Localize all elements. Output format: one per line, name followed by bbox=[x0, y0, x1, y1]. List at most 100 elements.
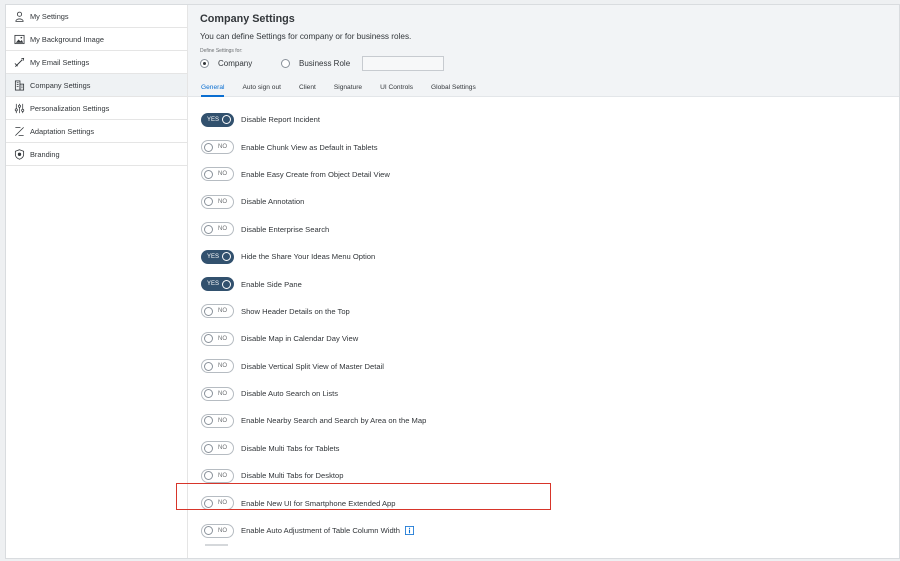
tab-client[interactable]: Client bbox=[299, 82, 316, 97]
toggle-state-label: NO bbox=[218, 308, 227, 315]
page-description: You can define Settings for company or f… bbox=[200, 32, 412, 41]
sidebar-item-label: My Settings bbox=[30, 11, 69, 21]
setting-toggle[interactable]: NO bbox=[201, 386, 234, 401]
toggle-knob bbox=[204, 334, 213, 344]
app-window: My Settings My Background Image My Email S… bbox=[5, 4, 900, 559]
toggle-state-label: YES bbox=[207, 116, 220, 123]
toggle-knob bbox=[204, 197, 213, 207]
setting-toggle[interactable]: NO bbox=[201, 140, 234, 155]
toggle-state-label: NO bbox=[218, 171, 227, 178]
radio-business-role[interactable]: Business Role bbox=[281, 59, 350, 68]
setting-row: NO Disable Annotation bbox=[201, 188, 899, 215]
tab-signature[interactable]: Signature bbox=[334, 82, 362, 97]
sidebar-item-label: My Email Settings bbox=[30, 57, 90, 67]
setting-toggle[interactable]: NO bbox=[201, 222, 234, 237]
sidebar-item-adaptation-settings[interactable]: Adaptation Settings bbox=[6, 120, 187, 143]
setting-label: Disable Enterprise Search bbox=[241, 224, 330, 234]
toggle-knob bbox=[222, 252, 231, 262]
setting-row: YES Hide the Share Your Ideas Menu Option bbox=[201, 243, 899, 270]
sidebar-item-label: My Background Image bbox=[30, 34, 104, 44]
sliders-icon bbox=[14, 103, 25, 114]
setting-toggle[interactable]: YES bbox=[201, 249, 234, 264]
toggle-state-label: NO bbox=[218, 472, 227, 479]
toggle-state-label: NO bbox=[218, 144, 227, 151]
setting-row: NO Disable Enterprise Search bbox=[201, 216, 899, 243]
setting-label: Enable Side Pane bbox=[241, 279, 302, 289]
business-role-input[interactable] bbox=[362, 56, 444, 71]
sidebar-item-company-settings[interactable]: Company Settings bbox=[6, 74, 187, 97]
toggle-knob bbox=[204, 361, 213, 371]
setting-row: NO Disable Auto Search on Lists bbox=[201, 380, 899, 407]
tab-ui-controls[interactable]: UI Controls bbox=[380, 82, 413, 97]
toggle-knob bbox=[204, 306, 213, 316]
sidebar-item-my-background-image[interactable]: My Background Image bbox=[6, 28, 187, 51]
settings-list: YES Disable Report Incident NO Enable Chunk… bbox=[201, 106, 899, 544]
sidebar-item-my-email-settings[interactable]: My Email Settings bbox=[6, 51, 187, 74]
toggle-knob bbox=[204, 471, 213, 481]
toggle-knob bbox=[204, 169, 213, 179]
building-icon bbox=[14, 80, 25, 91]
tab-global-settings[interactable]: Global Settings bbox=[431, 82, 476, 97]
setting-row: NO Show Header Details on the Top bbox=[201, 298, 899, 325]
tab-auto-sign-out[interactable]: Auto sign out bbox=[242, 82, 281, 97]
radio-business-role-dot[interactable] bbox=[281, 59, 290, 68]
setting-row: NO Enable Auto Adjustment of Table Column… bbox=[201, 517, 899, 544]
tab-general[interactable]: General bbox=[201, 82, 225, 97]
page-title: Company Settings bbox=[200, 13, 295, 25]
setting-toggle[interactable]: YES bbox=[201, 277, 234, 292]
highlight-box bbox=[176, 483, 551, 510]
setting-row: NO Enable Chunk View as Default in Tablet… bbox=[201, 133, 899, 160]
sidebar: My Settings My Background Image My Email S… bbox=[6, 5, 188, 558]
setting-row: NO Enable Nearby Search and Search by Are… bbox=[201, 407, 899, 434]
toggle-state-label: NO bbox=[218, 335, 227, 342]
sidebar-item-label: Branding bbox=[30, 149, 60, 159]
setting-toggle[interactable]: NO bbox=[201, 523, 234, 538]
setting-toggle[interactable]: NO bbox=[201, 441, 234, 456]
toggle-knob bbox=[204, 224, 213, 234]
toggle-state-label: YES bbox=[207, 281, 220, 288]
setting-row: NO Disable Vertical Split View of Master … bbox=[201, 353, 899, 380]
badge-icon bbox=[14, 148, 25, 160]
toggle-state-label: NO bbox=[218, 226, 227, 233]
info-icon[interactable] bbox=[405, 526, 414, 536]
toggle-state-label: NO bbox=[218, 363, 227, 370]
setting-label: Disable Multi Tabs for Tablets bbox=[241, 443, 340, 453]
setting-row: NO Disable Multi Tabs for Tablets bbox=[201, 435, 899, 462]
setting-toggle[interactable]: NO bbox=[201, 468, 234, 483]
setting-label: Disable Map in Calendar Day View bbox=[241, 334, 359, 344]
sidebar-item-branding[interactable]: Branding bbox=[6, 143, 187, 166]
toggle-knob bbox=[204, 142, 213, 152]
setting-label: Disable Report Incident bbox=[241, 115, 320, 125]
setting-toggle[interactable]: NO bbox=[201, 359, 234, 374]
sidebar-item-my-settings[interactable]: My Settings bbox=[6, 5, 187, 28]
scroll-indicator[interactable] bbox=[205, 544, 228, 546]
radio-business-role-label: Business Role bbox=[299, 59, 351, 68]
radio-company-label: Company bbox=[218, 59, 253, 68]
image-icon bbox=[14, 34, 25, 45]
setting-toggle[interactable]: NO bbox=[201, 194, 234, 209]
radio-company[interactable]: Company bbox=[200, 59, 252, 68]
main-content: Company Settings You can define Settings… bbox=[188, 5, 899, 558]
setting-label: Disable Vertical Split View of Master De… bbox=[241, 361, 384, 371]
setting-label: Disable Annotation bbox=[241, 197, 305, 207]
settings-header: Company Settings You can define Settings… bbox=[188, 5, 899, 97]
setting-toggle[interactable]: NO bbox=[201, 167, 234, 182]
radio-company-dot[interactable] bbox=[200, 59, 209, 68]
define-settings-label: Define Settings for: bbox=[200, 48, 243, 54]
adaptation-icon bbox=[14, 126, 25, 137]
setting-row: NO Disable Map in Calendar Day View bbox=[201, 325, 899, 352]
toggle-knob bbox=[222, 115, 231, 125]
setting-label: Disable Auto Search on Lists bbox=[241, 389, 339, 399]
toggle-state-label: NO bbox=[218, 527, 227, 534]
setting-label: Disable Multi Tabs for Desktop bbox=[241, 471, 344, 481]
person-icon bbox=[14, 11, 25, 22]
setting-toggle[interactable]: NO bbox=[201, 304, 234, 319]
setting-label: Hide the Share Your Ideas Menu Option bbox=[241, 252, 376, 262]
toggle-state-label: NO bbox=[218, 390, 227, 397]
setting-toggle[interactable]: YES bbox=[201, 112, 234, 127]
setting-toggle[interactable]: NO bbox=[201, 413, 234, 428]
sidebar-item-personalization-settings[interactable]: Personalization Settings bbox=[6, 97, 187, 120]
toggle-state-label: NO bbox=[218, 445, 227, 452]
toggle-state-label: YES bbox=[207, 253, 220, 260]
setting-toggle[interactable]: NO bbox=[201, 331, 234, 346]
